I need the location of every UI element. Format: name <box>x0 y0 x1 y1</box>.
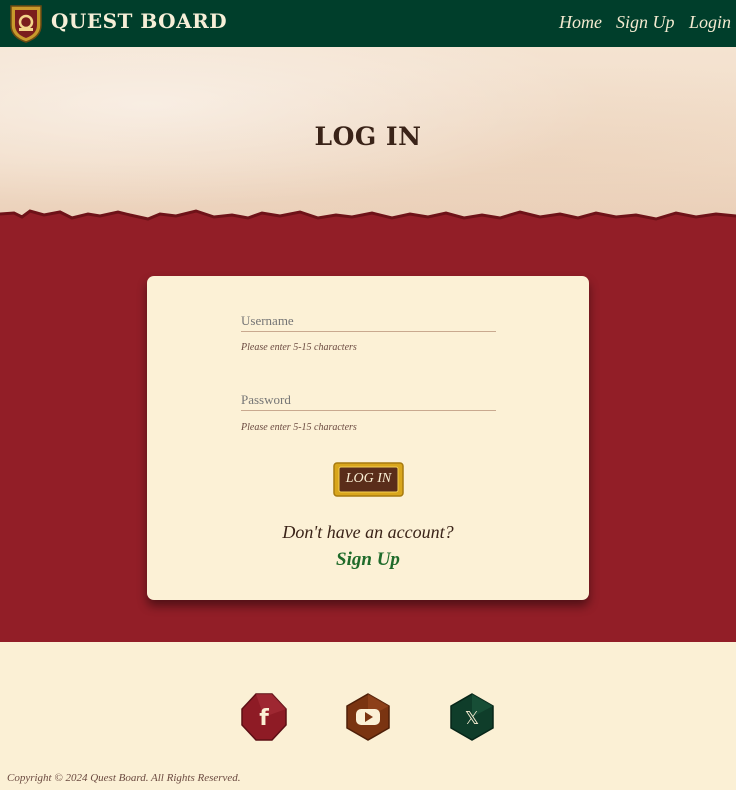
brand-name[interactable]: QUEST BOARD <box>51 9 227 33</box>
no-account-text: Don't have an account? <box>282 522 454 542</box>
svg-text:f: f <box>259 706 269 731</box>
nav-link-login[interactable]: Login <box>689 12 731 33</box>
username-helper-text: Please enter 5-15 characters <box>241 342 357 353</box>
password-helper-text: Please enter 5-15 characters <box>241 422 357 433</box>
page-title: LOG IN <box>314 122 422 151</box>
torn-paper-edge <box>0 209 736 238</box>
login-card: Please enter 5-15 characters Please ente… <box>147 276 589 600</box>
nav-link-home[interactable]: Home <box>559 12 602 33</box>
svg-text:𝕏: 𝕏 <box>465 708 480 729</box>
login-button-label: LOG IN <box>345 471 392 486</box>
nav-link-sign-up[interactable]: Sign Up <box>616 12 675 33</box>
shield-logo-icon[interactable] <box>8 3 44 44</box>
youtube-icon[interactable] <box>343 692 393 742</box>
top-navbar: QUEST BOARD Home Sign Up Login <box>0 0 736 47</box>
x-twitter-icon[interactable]: 𝕏 <box>447 692 497 742</box>
username-input[interactable] <box>241 310 496 332</box>
login-submit-button[interactable]: LOG IN <box>333 462 404 497</box>
copyright-text: Copyright © 2024 Quest Board. All Rights… <box>7 772 241 784</box>
footer: f 𝕏 Copyright © 2024 Quest Board. All Ri… <box>0 642 736 790</box>
password-input[interactable] <box>241 389 496 411</box>
facebook-icon[interactable]: f <box>239 692 289 742</box>
sign-up-link[interactable]: Sign Up <box>147 549 589 571</box>
